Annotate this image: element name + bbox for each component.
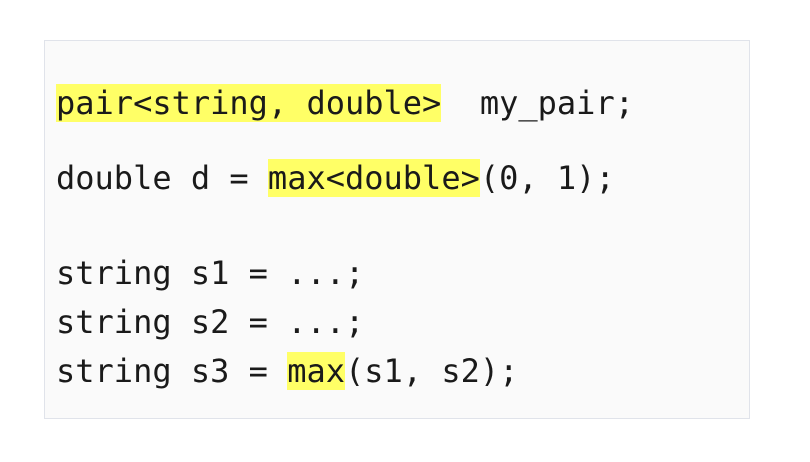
code-text-double-d: double d = — [56, 159, 268, 197]
code-text-s1: string s1 = ...; — [56, 254, 365, 292]
code-text-s3: string s3 = — [56, 352, 288, 390]
highlight-max-double: max<double> — [267, 159, 480, 197]
code-text-s3-args: (s1, s2); — [344, 352, 519, 390]
highlight-max: max — [287, 352, 345, 390]
code-text-max-args: (0, 1); — [479, 159, 615, 197]
code-line-string-s2: string s2 = ...; — [56, 298, 364, 346]
code-line-string-s3: string s3 = max(s1, s2); — [56, 347, 518, 395]
code-line-string-s1: string s1 = ...; — [56, 249, 364, 297]
code-block: pair<string, double> my_pair; double d =… — [44, 40, 750, 419]
code-text-my-pair: my_pair; — [441, 84, 634, 122]
code-line-double-max: double d = max<double>(0, 1); — [56, 154, 615, 202]
code-line-pair-declaration: pair<string, double> my_pair; — [56, 79, 634, 127]
code-text-s2: string s2 = ...; — [56, 303, 365, 341]
highlight-pair-type: pair<string, double> — [56, 84, 442, 122]
